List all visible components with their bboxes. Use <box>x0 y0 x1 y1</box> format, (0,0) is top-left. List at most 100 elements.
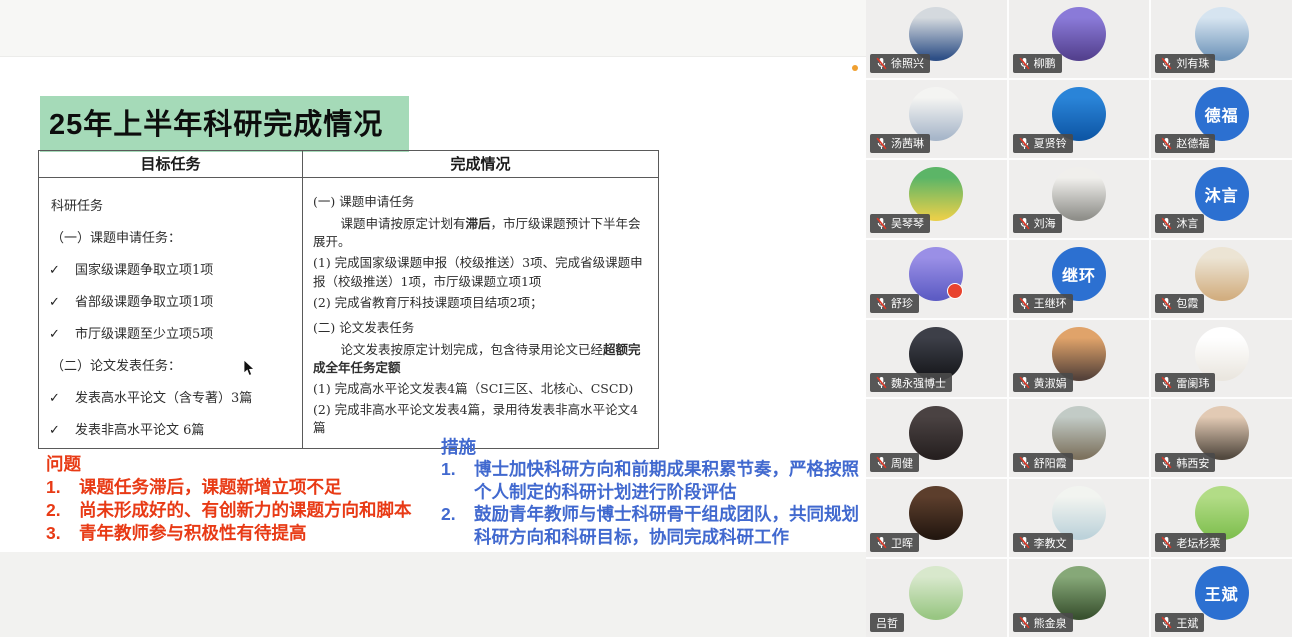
orange-dot <box>852 65 858 71</box>
participant-avatar <box>1052 327 1106 381</box>
participant-tile[interactable]: 继环王继环 <box>1009 240 1150 318</box>
participant-tile[interactable]: 卫晖 <box>866 479 1007 557</box>
target-tasks-cell: 科研任务（一）课题申请任务：✓国家级课题争取立项1项✓省部级课题争取立项1项✓市… <box>39 178 302 459</box>
participant-name-tag: 徐照兴 <box>870 54 930 73</box>
participant-avatar: 沐言 <box>1195 167 1249 221</box>
table-header-target: 目标任务 <box>39 151 302 178</box>
participant-tile[interactable]: 夏贤铃 <box>1009 80 1150 158</box>
mouse-cursor-icon <box>243 360 256 377</box>
problems-list: 1.课题任务滞后，课题新增立项不足2.尚未形成好的、有创新力的课题方向和脚本3.… <box>46 476 451 545</box>
mic-muted-icon <box>1161 376 1172 389</box>
participant-name: 舒阳霞 <box>1034 455 1067 471</box>
target-task-row: 科研任务 <box>51 195 292 214</box>
participant-tile[interactable]: 德福赵德福 <box>1151 80 1292 158</box>
check-icon: ✓ <box>49 391 75 406</box>
problem-item: 1.课题任务滞后，课题新增立项不足 <box>46 476 451 499</box>
participant-tile[interactable]: 刘海 <box>1009 160 1150 238</box>
participant-name-tag: 黄淑娟 <box>1013 373 1073 392</box>
measures-list: 1.博士加快科研方向和前期成果积累节奏，严格按照个人制定的科研计划进行阶段评估2… <box>441 458 875 548</box>
mic-muted-icon <box>1019 376 1030 389</box>
completion-text: (1) 完成国家级课题申报（校级推送）3项、完成省级课题申报（校级推送）1项，市… <box>313 255 643 288</box>
mic-muted-icon <box>876 137 887 150</box>
measures-block: 措施 1.博士加快科研方向和前期成果积累节奏，严格按照个人制定的科研计划进行阶段… <box>441 436 875 548</box>
participant-name-tag: 刘有珠 <box>1155 54 1215 73</box>
participant-tile[interactable]: 吕哲 <box>866 559 1007 637</box>
completion-line: (一) 课题申请任务 <box>313 193 648 211</box>
completion-line: 论文发表按原定计划完成，包含待录用论文已经超额完成全年任务定额 <box>313 341 648 377</box>
target-task-text: 省部级课题争取立项1项 <box>75 291 213 310</box>
mic-muted-icon <box>1019 217 1030 230</box>
target-task-row: ✓发表高水平论文（含专著）3篇 <box>49 387 292 406</box>
table-header-completion: 完成情况 <box>303 151 658 178</box>
participant-tile[interactable]: 徐照兴 <box>866 0 1007 78</box>
participant-tile[interactable]: 王斌王斌 <box>1151 559 1292 637</box>
participant-name: 徐照兴 <box>891 55 924 71</box>
participant-tile[interactable]: 老坛杉菜 <box>1151 479 1292 557</box>
participant-tile[interactable]: 沐言沐言 <box>1151 160 1292 238</box>
mic-muted-icon <box>876 536 887 549</box>
problem-number: 2. <box>46 499 79 522</box>
completion-text: (1) 完成高水平论文发表4篇（SCI三区、北核心、CSCD) <box>313 381 633 396</box>
participant-tile[interactable]: 黄淑娟 <box>1009 320 1150 398</box>
mic-muted-icon <box>1161 57 1172 70</box>
participant-avatar <box>1195 7 1249 61</box>
participant-avatar <box>909 486 963 540</box>
mic-muted-icon <box>1019 536 1030 549</box>
participant-name-tag: 熊金泉 <box>1013 613 1073 632</box>
participant-tile[interactable]: 柳鹏 <box>1009 0 1150 78</box>
completion-line: (2) 完成非高水平论文发表4篇，录用待发表非高水平论文4篇 <box>313 401 648 437</box>
check-icon: ✓ <box>49 263 75 278</box>
participant-tile[interactable]: 韩西安 <box>1151 399 1292 477</box>
completion-text: 课题申请按原定计划有 <box>341 216 466 231</box>
participant-avatar <box>909 327 963 381</box>
target-task-row: （一）课题申请任务： <box>51 227 292 246</box>
participant-tile[interactable]: 刘有珠 <box>1151 0 1292 78</box>
participant-name-tag: 韩西安 <box>1155 453 1215 472</box>
participant-tile[interactable]: 舒珍 <box>866 240 1007 318</box>
participant-name: 王斌 <box>1176 615 1198 631</box>
participant-name: 李教文 <box>1034 535 1067 551</box>
target-task-text: 市厅级课题至少立项5项 <box>75 323 213 342</box>
participant-tile[interactable]: 熊金泉 <box>1009 559 1150 637</box>
participant-name-tag: 舒珍 <box>870 294 919 313</box>
mic-muted-icon <box>1161 616 1172 629</box>
problem-number: 1. <box>46 476 79 499</box>
participant-name: 周健 <box>891 455 913 471</box>
participant-tile[interactable]: 雷阑玮 <box>1151 320 1292 398</box>
target-task-row: ✓国家级课题争取立项1项 <box>49 259 292 278</box>
participant-name-tag: 夏贤铃 <box>1013 134 1073 153</box>
problem-text: 尚未形成好的、有创新力的课题方向和脚本 <box>79 499 451 522</box>
participant-tile[interactable]: 舒阳霞 <box>1009 399 1150 477</box>
participant-name-tag: 魏永强博士 <box>870 373 952 392</box>
participant-name: 魏永强博士 <box>891 375 946 391</box>
participant-name-tag: 沐言 <box>1155 214 1204 233</box>
participant-tile[interactable]: 包霞 <box>1151 240 1292 318</box>
participant-name: 熊金泉 <box>1034 615 1067 631</box>
mic-muted-icon <box>1161 456 1172 469</box>
target-task-row: ✓市厅级课题至少立项5项 <box>49 323 292 342</box>
measures-heading: 措施 <box>441 436 875 458</box>
problem-text: 青年教师参与积极性有待提高 <box>79 522 451 545</box>
research-table: 目标任务 科研任务（一）课题申请任务：✓国家级课题争取立项1项✓省部级课题争取立… <box>38 150 659 449</box>
participant-tile[interactable]: 吴琴琴 <box>866 160 1007 238</box>
completion-text: 论文发表按原定计划完成，包含待录用论文已经 <box>341 342 604 357</box>
measure-text: 博士加快科研方向和前期成果积累节奏，严格按照个人制定的科研计划进行阶段评估 <box>474 458 875 503</box>
participant-tile[interactable]: 魏永强博士 <box>866 320 1007 398</box>
target-task-text: 发表非高水平论文 6篇 <box>75 419 204 438</box>
mic-muted-icon <box>1161 217 1172 230</box>
participant-tile[interactable]: 汤茜琳 <box>866 80 1007 158</box>
participant-tile[interactable]: 周健 <box>866 399 1007 477</box>
participant-panel: 徐照兴 柳鹏刘有珠汤茜琳 夏贤铃 德福赵德福吴琴琴刘海 沐言沐言舒珍 继环王继环包霞魏永强… <box>866 0 1292 637</box>
participant-name-tag: 刘海 <box>1013 214 1062 233</box>
participant-name: 雷阑玮 <box>1176 375 1209 391</box>
participant-name: 沐言 <box>1176 215 1198 231</box>
slide-top-margin <box>0 0 866 57</box>
participant-avatar <box>909 566 963 620</box>
mic-muted-icon <box>876 57 887 70</box>
target-task-text: 国家级课题争取立项1项 <box>75 259 213 278</box>
participant-name-tag: 汤茜琳 <box>870 134 930 153</box>
check-icon: ✓ <box>49 295 75 310</box>
participant-tile[interactable]: 李教文 <box>1009 479 1150 557</box>
completion-text: 滞后 <box>466 216 491 231</box>
participant-avatar <box>909 7 963 61</box>
